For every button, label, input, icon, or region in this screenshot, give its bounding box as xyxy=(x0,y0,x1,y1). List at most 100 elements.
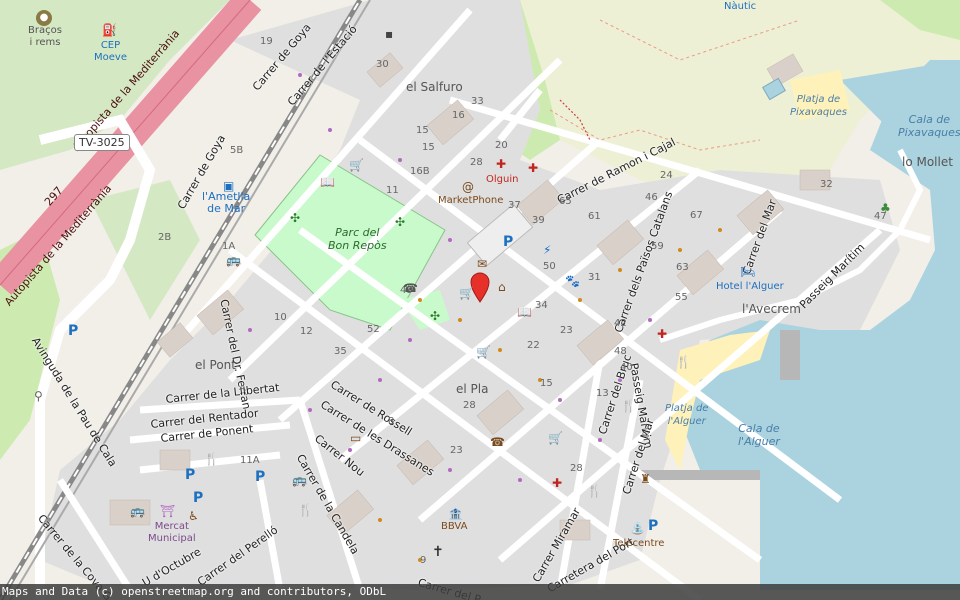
house-number: 11 xyxy=(386,185,399,196)
restaurant-icon[interactable]: 🍴 xyxy=(676,356,691,368)
waste-icon[interactable]: ▪ xyxy=(385,28,393,40)
parking-icon[interactable]: P xyxy=(503,235,513,249)
house-number: 33 xyxy=(471,96,484,107)
sea-label-cala-pixavaques: Cala de Pixavaques xyxy=(898,113,960,139)
internet-icon[interactable]: @ xyxy=(462,181,474,193)
house-number: 16B xyxy=(410,166,430,177)
tree-icon[interactable]: ♣ xyxy=(880,202,891,214)
townhall-icon[interactable]: ⌂ xyxy=(498,281,506,293)
bus-stop-icon-3[interactable]: 🚌 xyxy=(292,474,307,486)
house-number: 28 xyxy=(570,463,583,474)
shop-icon-3[interactable]: 🛒 xyxy=(476,346,491,358)
house-number: 48 xyxy=(614,346,627,357)
house-number: 55 xyxy=(675,292,688,303)
marketplace-icon[interactable]: ⛩ xyxy=(160,505,175,517)
library-icon-2[interactable]: 📖 xyxy=(517,306,532,318)
house-number: 22 xyxy=(527,340,540,351)
poi-label-olguin: Olguin xyxy=(486,174,519,185)
house-number: 20 xyxy=(495,140,508,151)
pharmacy-icon-2[interactable]: ✚ xyxy=(528,162,538,174)
house-number: 34 xyxy=(535,300,548,311)
restaurant-icon-2[interactable]: 🍴 xyxy=(621,400,636,412)
house-number: 12 xyxy=(300,326,313,337)
area-label-pla: el Pla xyxy=(456,382,489,396)
house-number: 16 xyxy=(452,110,465,121)
playground-icon-3[interactable]: ✣ xyxy=(430,310,440,322)
house-number: 50 xyxy=(543,261,556,272)
bus-stop-icon-2[interactable]: 🚌 xyxy=(226,254,241,266)
restaurant-icon-3[interactable]: 🍴 xyxy=(587,485,602,497)
charging-icon[interactable]: ⚡ xyxy=(543,244,551,256)
poi-label-nautic: Nàutic xyxy=(724,1,757,12)
shop-icon-2[interactable]: 🛒 xyxy=(459,287,474,299)
cinema-icon[interactable]: ▭ xyxy=(350,432,361,444)
map-view[interactable]: Autopista de la Mediterrània Autopista d… xyxy=(0,0,960,600)
beach-label-alguer: Platja de l'Alguer xyxy=(665,403,709,427)
sport-icon[interactable]: ● xyxy=(36,10,52,26)
area-label-salfuro: el Salfuro xyxy=(406,80,463,94)
house-number: 30 xyxy=(376,59,389,70)
church-icon[interactable]: ✝ xyxy=(432,545,444,559)
house-number: 28 xyxy=(463,400,476,411)
poi-label-hotel: Hotel l'Alguer xyxy=(716,281,784,292)
bank-icon[interactable]: 🏦 xyxy=(448,508,463,520)
house-number: 37 xyxy=(508,200,521,211)
poi-label-telecentre: Telecentre xyxy=(613,538,665,549)
pharmacy-icon[interactable]: ✚ xyxy=(496,158,506,170)
post-office-icon[interactable]: ✉ xyxy=(477,258,487,270)
house-number: 52 xyxy=(367,324,380,335)
poi-label-cep: CEP Moeve xyxy=(94,40,127,63)
parking-icon-4[interactable]: P xyxy=(193,491,203,505)
house-number: 32 xyxy=(820,179,833,190)
antenna-icon[interactable]: ⚲ xyxy=(34,390,43,402)
house-number: 63 xyxy=(676,262,689,273)
toilet-icon[interactable]: ♿ xyxy=(188,510,199,522)
pier xyxy=(640,470,760,480)
poi-label-mercat: Mercat Municipal xyxy=(148,521,196,544)
fuel-station-icon[interactable]: ⛽ xyxy=(102,24,117,36)
house-number: 15 xyxy=(416,125,429,136)
phone-icon-2[interactable]: ☎ xyxy=(403,282,418,294)
phone-icon[interactable]: ☎ xyxy=(490,436,505,448)
pharmacy-icon-3[interactable]: ✚ xyxy=(657,328,667,340)
library-icon[interactable]: 📖 xyxy=(320,176,335,188)
bus-stop-icon[interactable]: 🚌 xyxy=(130,505,145,517)
hotel-icon[interactable]: 🛏 xyxy=(740,266,755,278)
house-number: 2B xyxy=(158,232,172,243)
parking-icon-2[interactable]: P xyxy=(648,519,658,533)
playground-icon-2[interactable]: ✣ xyxy=(395,216,405,228)
parking-icon-6[interactable]: P xyxy=(68,324,78,338)
road-shield-tv3025: TV-3025 xyxy=(74,134,130,151)
house-number: 46 xyxy=(645,192,658,203)
house-number: 61 xyxy=(588,211,601,222)
shop-icon-4[interactable]: 🛒 xyxy=(548,432,563,444)
house-number: 59 xyxy=(651,241,664,252)
house-number: 23 xyxy=(560,325,573,336)
house-number: 24 xyxy=(660,170,673,181)
house-number: 8 xyxy=(388,416,395,427)
house-number: 5B xyxy=(230,145,244,156)
house-number: 65 xyxy=(559,196,572,207)
house-number: 19 xyxy=(260,36,273,47)
restaurant-icon-4[interactable]: 🍴 xyxy=(298,504,313,516)
fountain-icon[interactable]: ⛲ xyxy=(630,522,645,534)
map-attribution: Maps and Data (c) openstreetmap.org and … xyxy=(0,584,960,600)
poi-label-bbva: BBVA xyxy=(441,521,468,532)
house-number: 10 xyxy=(274,312,287,323)
poi-label-bracos: Braços i rems xyxy=(28,25,62,48)
pharmacy-icon-4[interactable]: ✚ xyxy=(552,477,562,489)
playground-icon[interactable]: ✣ xyxy=(290,212,300,224)
parking-icon-3[interactable]: P xyxy=(185,468,195,482)
tower-icon[interactable]: ♜ xyxy=(640,473,651,485)
house-number: 9 xyxy=(420,555,427,566)
house-number: 15 xyxy=(422,142,435,153)
train-station-icon[interactable]: ▣ xyxy=(223,180,234,192)
house-number: 67 xyxy=(690,210,703,221)
shop-icon[interactable]: 🛒 xyxy=(349,159,364,171)
parking-icon-5[interactable]: P xyxy=(255,470,265,484)
poi-label-marketphone: MarketPhone xyxy=(438,195,504,206)
house-number: 1A xyxy=(222,241,236,252)
restaurant-icon-5[interactable]: 🍴 xyxy=(204,453,219,465)
paw-icon[interactable]: 🐾 xyxy=(565,275,580,287)
poi-label-ametlla: l'Ametlla de Mar xyxy=(202,190,251,215)
